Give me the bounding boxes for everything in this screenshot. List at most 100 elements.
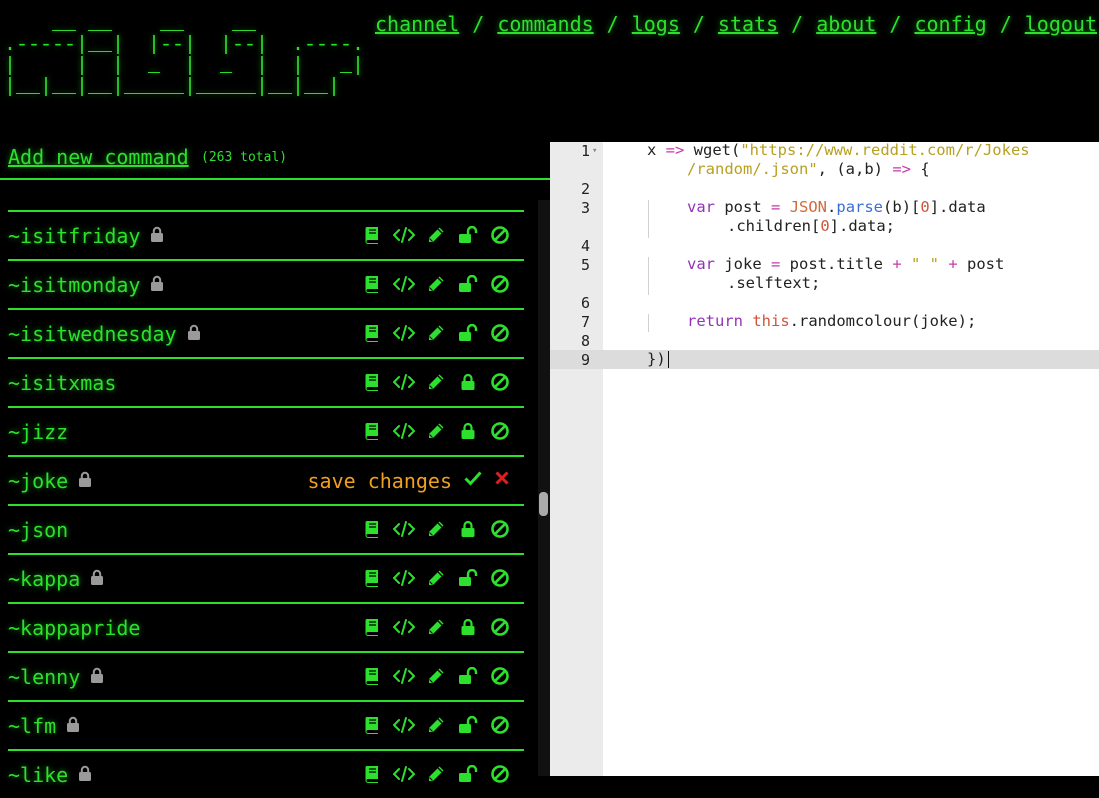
command-name[interactable]: ~kappapride (8, 616, 140, 640)
docs-book-icon[interactable] (360, 765, 384, 783)
unlock-icon[interactable] (456, 324, 480, 342)
docs-book-icon[interactable] (360, 520, 384, 538)
delete-ban-icon[interactable] (488, 568, 512, 588)
code-editor[interactable] (603, 142, 1099, 776)
docs-book-icon[interactable] (360, 569, 384, 587)
command-row: ~jizz (8, 406, 524, 455)
command-row: ~lenny (8, 651, 524, 700)
ascii-logo: __ __ __ __ .-----|__| |--| |--| .----. … (4, 13, 365, 99)
command-row: ~isitfriday (8, 210, 524, 259)
command-name[interactable]: ~isitmonday (8, 273, 164, 299)
view-code-icon[interactable] (392, 618, 416, 636)
edit-pencil-icon[interactable] (424, 667, 448, 685)
fold-arrow-icon[interactable]: ▾ (592, 146, 597, 156)
command-name[interactable]: ~joke (8, 469, 92, 495)
docs-book-icon[interactable] (360, 716, 384, 734)
docs-book-icon[interactable] (360, 275, 384, 293)
lock-icon[interactable] (456, 618, 480, 636)
nav-separator: / (606, 12, 619, 36)
command-name[interactable]: ~isitfriday (8, 224, 164, 250)
docs-book-icon[interactable] (360, 324, 384, 342)
save-changes-button[interactable]: save changes (308, 469, 453, 493)
docs-book-icon[interactable] (360, 226, 384, 244)
docs-book-icon[interactable] (360, 422, 384, 440)
edit-pencil-icon[interactable] (424, 226, 448, 244)
unlock-icon[interactable] (456, 765, 480, 783)
command-name[interactable]: ~lfm (8, 714, 80, 740)
view-code-icon[interactable] (392, 275, 416, 293)
lock-icon[interactable] (456, 422, 480, 440)
unlock-icon[interactable] (456, 667, 480, 685)
unlock-icon[interactable] (456, 275, 480, 293)
view-code-icon[interactable] (392, 373, 416, 391)
unlock-icon[interactable] (456, 226, 480, 244)
docs-book-icon[interactable] (360, 667, 384, 685)
command-actions (352, 420, 512, 442)
delete-ban-icon[interactable] (488, 715, 512, 735)
add-command-link[interactable]: Add new command (8, 145, 189, 169)
delete-ban-icon[interactable] (488, 519, 512, 539)
locked-indicator-icon (187, 321, 201, 345)
edit-pencil-icon[interactable] (424, 765, 448, 783)
line-number: 4 (580, 237, 590, 255)
code-line-3: var post = JSON.parse(b)[0].data (687, 198, 986, 216)
nav-stats-link[interactable]: stats (718, 12, 778, 36)
view-code-icon[interactable] (392, 422, 416, 440)
nav-logout-link[interactable]: logout (1025, 12, 1097, 36)
command-name-text: ~isitfriday (8, 224, 141, 248)
nav-about-link[interactable]: about (816, 12, 876, 36)
scrollbar-thumb[interactable] (539, 492, 548, 516)
cancel-cross-icon[interactable] (494, 470, 510, 490)
delete-ban-icon[interactable] (488, 666, 512, 686)
delete-ban-icon[interactable] (488, 764, 512, 784)
delete-ban-icon[interactable] (488, 274, 512, 294)
confirm-check-icon[interactable] (464, 470, 482, 490)
nav-channel-link[interactable]: channel (375, 12, 459, 36)
nav-config-link[interactable]: config (914, 12, 986, 36)
view-code-icon[interactable] (392, 716, 416, 734)
command-name[interactable]: ~lenny (8, 665, 104, 691)
delete-ban-icon[interactable] (488, 421, 512, 441)
lock-icon[interactable] (456, 373, 480, 391)
edit-pencil-icon[interactable] (424, 618, 448, 636)
edit-pencil-icon[interactable] (424, 373, 448, 391)
command-name[interactable]: ~json (8, 518, 68, 542)
command-name-text: ~like (8, 763, 69, 787)
command-name[interactable]: ~kappa (8, 567, 104, 593)
line-number: 5 (580, 256, 590, 274)
command-row: ~json (8, 504, 524, 553)
edit-pencil-icon[interactable] (424, 324, 448, 342)
edit-pencil-icon[interactable] (424, 275, 448, 293)
list-scrollbar[interactable] (538, 200, 550, 776)
nav-commands-link[interactable]: commands (497, 12, 593, 36)
unlock-icon[interactable] (456, 716, 480, 734)
view-code-icon[interactable] (392, 765, 416, 783)
view-code-icon[interactable] (392, 520, 416, 538)
command-name[interactable]: ~isitxmas (8, 371, 116, 395)
nav-separator: / (692, 12, 705, 36)
delete-ban-icon[interactable] (488, 323, 512, 343)
command-row: ~kappa (8, 553, 524, 602)
view-code-icon[interactable] (392, 226, 416, 244)
view-code-icon[interactable] (392, 569, 416, 587)
indent-guide (648, 200, 649, 238)
lock-icon[interactable] (456, 520, 480, 538)
edit-pencil-icon[interactable] (424, 520, 448, 538)
docs-book-icon[interactable] (360, 373, 384, 391)
command-name[interactable]: ~isitwednesday (8, 322, 201, 348)
docs-book-icon[interactable] (360, 618, 384, 636)
delete-ban-icon[interactable] (488, 225, 512, 245)
view-code-icon[interactable] (392, 667, 416, 685)
nav-logs-link[interactable]: logs (632, 12, 680, 36)
code-line-3-wrap: .children[0].data; (727, 217, 895, 235)
unlock-icon[interactable] (456, 569, 480, 587)
edit-pencil-icon[interactable] (424, 422, 448, 440)
command-name[interactable]: ~jizz (8, 420, 68, 444)
command-actions (352, 322, 512, 344)
delete-ban-icon[interactable] (488, 372, 512, 392)
command-row: ~joke save changes (8, 455, 524, 504)
edit-pencil-icon[interactable] (424, 569, 448, 587)
delete-ban-icon[interactable] (488, 617, 512, 637)
view-code-icon[interactable] (392, 324, 416, 342)
edit-pencil-icon[interactable] (424, 716, 448, 734)
